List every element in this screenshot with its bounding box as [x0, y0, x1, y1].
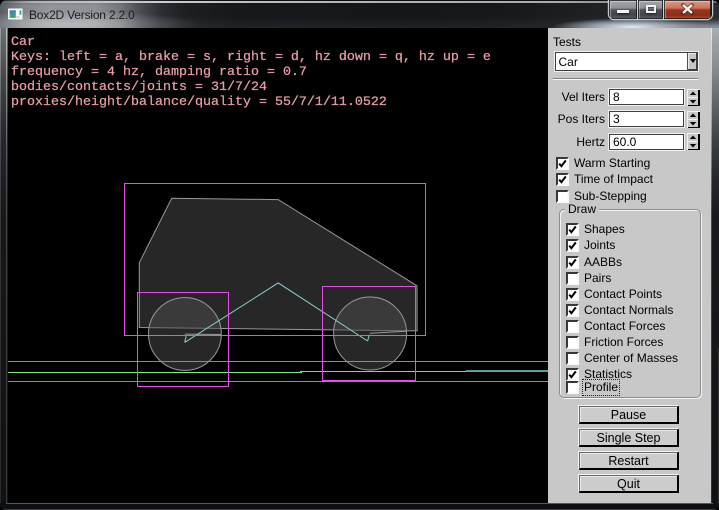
svg-text:frequency = 4 hz, damping rati: frequency = 4 hz, damping ratio = 0.7 — [11, 65, 307, 80]
svg-text:Keys: left = a, brake = s, rig: Keys: left = a, brake = s, right = d, hz… — [11, 50, 491, 65]
svg-text:Car: Car — [11, 35, 35, 50]
svg-text:proxies/height/balance/quality: proxies/height/balance/quality = 55/7/1/… — [11, 95, 387, 110]
svg-text:bodies/contacts/joints = 31/7/: bodies/contacts/joints = 31/7/24 — [11, 80, 267, 95]
